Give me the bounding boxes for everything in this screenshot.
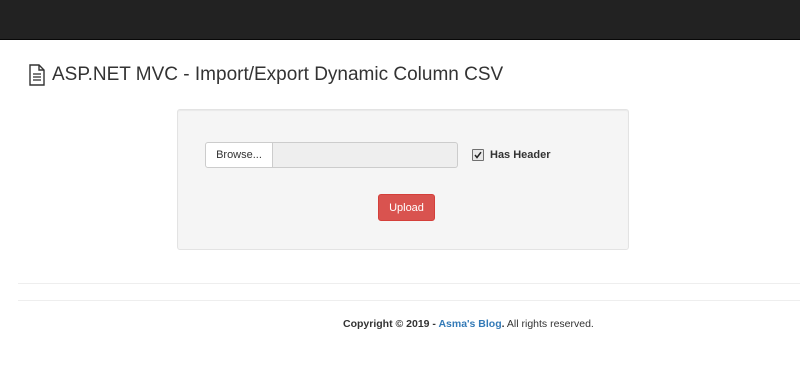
file-input-group: Browse...	[205, 142, 458, 168]
document-icon	[28, 64, 46, 86]
page-title-text: ASP.NET MVC - Import/Export Dynamic Colu…	[52, 64, 504, 85]
upload-panel	[177, 109, 629, 250]
browse-button[interactable]: Browse...	[205, 142, 273, 168]
footer: Copyright © 2019 - Asma's Blog. All righ…	[343, 318, 594, 330]
checkmark-icon	[474, 151, 482, 159]
blog-link[interactable]: Asma's Blog	[438, 318, 501, 330]
copyright-text: Copyright © 2019 -	[343, 318, 439, 330]
upload-button[interactable]: Upload	[378, 194, 435, 221]
has-header-checkbox[interactable]	[472, 149, 484, 161]
content-divider	[18, 283, 800, 284]
file-path-field[interactable]	[273, 142, 458, 168]
footer-divider	[18, 300, 800, 301]
top-navbar	[0, 0, 800, 40]
page-title: ASP.NET MVC - Import/Export Dynamic Colu…	[28, 63, 503, 87]
has-header-option[interactable]: Has Header	[472, 148, 551, 162]
has-header-label: Has Header	[490, 149, 551, 161]
rights-text: All rights reserved.	[504, 318, 594, 330]
